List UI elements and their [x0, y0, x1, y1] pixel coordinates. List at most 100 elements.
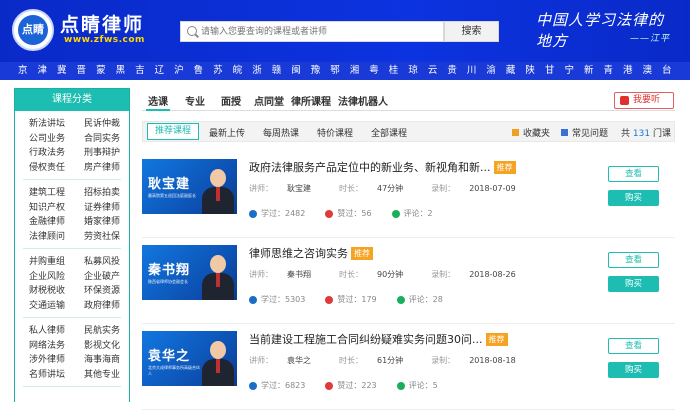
subtab-latest[interactable]: 最新上传	[209, 126, 245, 139]
category-link[interactable]: 劳资社保	[72, 230, 121, 245]
category-link[interactable]: 企业风险	[23, 270, 72, 285]
region-link[interactable]: 澳	[643, 62, 653, 80]
category-link[interactable]: 侵权责任	[23, 161, 72, 176]
tab-classroom[interactable]: 点同堂	[254, 93, 284, 108]
view-button[interactable]: 查看	[608, 166, 659, 182]
category-link[interactable]: 建筑工程	[23, 186, 72, 201]
region-link[interactable]: 港	[623, 62, 633, 80]
region-link[interactable]: 粤	[369, 62, 379, 80]
category-link[interactable]: 合同实务	[72, 132, 121, 147]
region-link[interactable]: 新	[584, 62, 594, 80]
category-link[interactable]: 婚家律师	[72, 215, 121, 230]
tab-select-course[interactable]: 选课	[146, 93, 170, 111]
region-link[interactable]: 鄂	[330, 62, 340, 80]
tab-face-to-face[interactable]: 面授	[221, 93, 241, 108]
course-title[interactable]: 政府法律服务产品定位中的新业务、新视角和新... 推荐	[249, 159, 516, 175]
category-link[interactable]: 房产律师	[72, 161, 121, 176]
region-link[interactable]: 鲁	[194, 62, 204, 80]
region-link[interactable]: 青	[603, 62, 613, 80]
category-link[interactable]: 法律顾问	[23, 230, 72, 245]
region-link[interactable]: 皖	[233, 62, 243, 80]
subtab-special-price[interactable]: 特价课程	[317, 126, 353, 139]
tab-firm-courses[interactable]: 律所课程	[291, 93, 331, 108]
region-link[interactable]: 京	[18, 62, 28, 80]
region-link[interactable]: 辽	[155, 62, 165, 80]
region-link[interactable]: 晋	[77, 62, 87, 80]
region-link[interactable]: 津	[38, 62, 48, 80]
category-link[interactable]: 海事海商	[72, 353, 121, 368]
category-link[interactable]: 金融律师	[23, 215, 72, 230]
region-link[interactable]: 桂	[389, 62, 399, 80]
region-link[interactable]: 贵	[447, 62, 457, 80]
course-thumbnail[interactable]: 秦书翔 陕西省律师协会副会长	[142, 245, 237, 300]
category-link[interactable]: 名师讲坛	[23, 368, 72, 383]
course-title[interactable]: 律师思维之咨询实务 推荐	[249, 245, 373, 261]
buy-button[interactable]: 购买	[608, 190, 659, 206]
region-link[interactable]: 川	[467, 62, 477, 80]
region-link[interactable]: 甘	[545, 62, 555, 80]
category-link[interactable]: 证券律师	[72, 201, 121, 216]
region-link[interactable]: 藏	[506, 62, 516, 80]
category-link[interactable]: 知识产权	[23, 201, 72, 216]
category-link[interactable]: 其他专业	[72, 368, 121, 383]
category-link[interactable]: 涉外律师	[23, 353, 72, 368]
view-button[interactable]: 查看	[608, 338, 659, 354]
view-button[interactable]: 查看	[608, 252, 659, 268]
buy-button[interactable]: 购买	[608, 276, 659, 292]
course-title-text[interactable]: 政府法律服务产品定位中的新业务、新视角和新...	[249, 161, 491, 174]
region-link[interactable]: 宁	[564, 62, 574, 80]
category-link[interactable]: 私人律师	[23, 324, 72, 339]
region-link[interactable]: 黑	[116, 62, 126, 80]
region-link[interactable]: 浙	[252, 62, 262, 80]
category-link[interactable]: 环保资源	[72, 284, 121, 299]
brand-name[interactable]: 点睛律师	[60, 10, 144, 37]
course-title[interactable]: 当前建设工程施工合同纠纷疑难实务问题30问... 推荐	[249, 331, 508, 347]
region-link[interactable]: 渝	[486, 62, 496, 80]
category-link[interactable]: 新法讲坛	[23, 117, 72, 132]
region-link[interactable]: 湘	[350, 62, 360, 80]
region-link[interactable]: 台	[662, 62, 672, 80]
category-link[interactable]: 网络法务	[23, 339, 72, 354]
category-link[interactable]: 刑事辩护	[72, 146, 121, 161]
category-link[interactable]: 民航实务	[72, 324, 121, 339]
category-link[interactable]: 影视文化	[72, 339, 121, 354]
region-link[interactable]: 陕	[525, 62, 535, 80]
region-link[interactable]: 蒙	[96, 62, 106, 80]
category-link[interactable]: 交通运输	[23, 299, 72, 314]
region-link[interactable]: 闽	[291, 62, 301, 80]
category-link[interactable]: 公司业务	[23, 132, 72, 147]
course-title-text[interactable]: 律师思维之咨询实务	[249, 247, 348, 260]
tab-legal-robot[interactable]: 法律机器人	[338, 93, 388, 108]
region-link[interactable]: 豫	[311, 62, 321, 80]
subtab-all[interactable]: 全部课程	[371, 126, 407, 139]
course-title-text[interactable]: 当前建设工程施工合同纠纷疑难实务问题30问...	[249, 333, 483, 346]
category-link[interactable]: 政府律师	[72, 299, 121, 314]
region-link[interactable]: 沪	[174, 62, 184, 80]
region-link[interactable]: 云	[428, 62, 438, 80]
category-link[interactable]: 企业破产	[72, 270, 121, 285]
search-button[interactable]: 搜索	[444, 21, 499, 42]
category-link[interactable]: 民诉仲裁	[72, 117, 121, 132]
category-link[interactable]: 私募风投	[72, 255, 121, 270]
region-link[interactable]: 琼	[408, 62, 418, 80]
subtab-weekly-hot[interactable]: 每周热课	[263, 126, 299, 139]
buy-button[interactable]: 购买	[608, 362, 659, 378]
region-link[interactable]: 冀	[57, 62, 67, 80]
category-link[interactable]: 财税税收	[23, 284, 72, 299]
category-link[interactable]: 招标拍卖	[72, 186, 121, 201]
want-listen-button[interactable]: 我要听	[614, 92, 674, 109]
faq-link[interactable]: 常见问题	[561, 126, 608, 139]
search-box[interactable]	[180, 21, 444, 42]
category-link[interactable]: 行政法务	[23, 146, 72, 161]
course-thumbnail[interactable]: 耿宝建 最高院第五巡回法庭副庭长	[142, 159, 237, 214]
region-link[interactable]: 苏	[213, 62, 223, 80]
region-link[interactable]: 赣	[272, 62, 282, 80]
category-link[interactable]: 并购重组	[23, 255, 72, 270]
logo-emblem[interactable]: 点睛	[12, 9, 54, 51]
subtab-recommended[interactable]: 推荐课程	[147, 123, 200, 140]
course-thumbnail[interactable]: 袁华之 北京大成律师事务所高级合伙人	[142, 331, 237, 386]
region-link[interactable]: 吉	[135, 62, 145, 80]
tab-major[interactable]: 专业	[185, 93, 205, 108]
search-input[interactable]	[201, 24, 441, 39]
favorites-link[interactable]: 收藏夹	[512, 126, 550, 139]
